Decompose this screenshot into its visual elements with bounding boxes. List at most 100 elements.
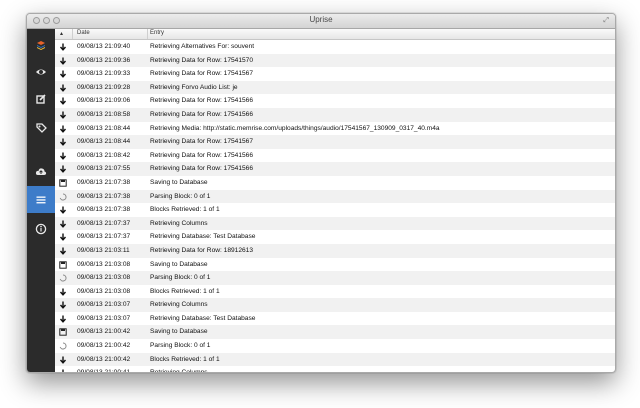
table-row[interactable]: 09/08/13 21:08:44 Retrieving Media: http:… [55,122,615,136]
log-list-icon [36,196,46,203]
save-icon [59,328,67,337]
fullscreen-icon[interactable]: ⤢ [603,17,609,25]
row-date: 09/08/13 21:07:37 [77,219,131,227]
log-table: ▴ Date Entry 09/08/13 21:09:40 Retrieving… [55,29,615,372]
edit-icon [36,93,46,104]
table-row[interactable]: 09/08/13 21:03:11 Retrieving Data for Row… [55,243,615,258]
row-entry: Retrieving Columns [150,219,208,227]
sidebar-item-info[interactable] [27,215,55,242]
table-row[interactable]: 09/08/13 21:03:08 Saving to Database [55,258,615,272]
column-divider[interactable] [147,29,148,39]
table-row[interactable]: 09/08/13 21:09:06 Retrieving Data for Row… [55,94,615,108]
row-entry: Retrieving Data for Row: 17541566 [150,151,253,159]
column-header-date[interactable]: Date [77,30,90,36]
table-row[interactable]: 09/08/13 21:07:55 Retrieving Data for Row… [55,162,615,176]
row-entry: Retrieving Media: http://static.memrise.… [150,124,440,132]
table-header: ▴ Date Entry [55,29,615,40]
table-row[interactable]: 09/08/13 21:09:36 Retrieving Data for Row… [55,53,615,68]
sort-indicator-icon[interactable]: ▴ [60,30,63,37]
table-row[interactable]: 09/08/13 21:03:07 Retrieving Columns [55,298,615,312]
row-entry: Saving to Database [150,328,208,336]
row-entry: Retrieving Data for Row: 17541566 [150,110,253,118]
row-date: 09/08/13 21:00:42 [77,355,131,363]
table-row[interactable]: 09/08/13 21:00:42 Blocks Retrieved: 1 of … [55,352,615,367]
download-arrow-icon [59,152,67,160]
table-row[interactable]: 09/08/13 21:00:42 Saving to Database [55,325,615,340]
row-entry: Retrieving Data for Row: 17541566 [150,97,253,105]
sidebar-item-view[interactable] [27,58,55,85]
table-row[interactable]: 09/08/13 21:08:58 Retrieving Data for Row… [55,107,615,122]
sidebar-item-log[interactable] [27,186,55,213]
download-arrow-icon [59,70,67,79]
table-row[interactable]: 09/08/13 21:09:40 Retrieving Alternatives… [55,40,615,54]
row-date: 09/08/13 21:00:42 [77,328,131,336]
row-date: 09/08/13 21:07:38 [77,206,131,214]
row-date: 09/08/13 21:07:37 [77,233,131,241]
row-date: 09/08/13 21:00:42 [77,342,131,350]
row-date: 09/08/13 21:09:06 [77,97,131,105]
table-row[interactable]: 09/08/13 21:00:42 Parsing Block: 0 of 1 [55,339,615,353]
download-arrow-icon [59,315,67,323]
row-date: 09/08/13 21:03:08 [77,260,131,268]
row-date: 09/08/13 21:08:42 [77,151,131,159]
row-entry: Saving to Database [150,260,208,268]
row-date: 09/08/13 21:09:33 [77,70,131,78]
cloud-upload-icon [35,167,47,175]
sidebar-item-upload[interactable] [27,158,55,185]
download-arrow-icon [59,165,67,174]
row-entry: Retrieving Database: Test Database [150,314,256,322]
table-row[interactable]: 09/08/13 21:03:08 Blocks Retrieved: 1 of … [55,285,615,299]
row-entry: Retrieving Data for Row: 17541570 [150,56,253,64]
row-entry: Retrieving Data for Row: 17541567 [150,70,253,78]
spinner-icon [59,274,67,282]
table-row[interactable]: 09/08/13 21:00:41 Retrieving Columns [55,366,615,372]
row-entry: Retrieving Data for Row: 18912613 [150,246,253,254]
table-row[interactable]: 09/08/13 21:07:37 Retrieving Columns [55,216,615,231]
row-date: 09/08/13 21:03:07 [77,301,131,309]
eye-icon [36,69,46,74]
table-body: 09/08/13 21:09:40 Retrieving Alternatives… [55,40,615,372]
row-entry: Retrieving Database: Test Database [150,233,256,241]
row-entry: Retrieving Data for Row: 17541566 [150,165,253,173]
spinner-icon [59,193,67,201]
row-entry: Parsing Block: 0 of 1 [150,342,211,350]
sidebar-item-edit[interactable] [27,85,55,112]
row-date: 09/08/13 21:03:07 [77,314,131,322]
row-entry: Blocks Retrieved: 1 of 1 [150,355,220,363]
row-date: 09/08/13 21:07:38 [77,192,131,200]
table-row[interactable]: 09/08/13 21:07:37 Retrieving Database: Te… [55,230,615,244]
row-date: 09/08/13 21:09:36 [77,56,131,64]
download-arrow-icon [59,301,67,310]
table-row[interactable]: 09/08/13 21:03:07 Retrieving Database: Te… [55,312,615,326]
row-date: 09/08/13 21:08:44 [77,124,131,132]
table-row[interactable]: 09/08/13 21:07:38 Parsing Block: 0 of 1 [55,189,615,204]
info-icon [35,223,47,234]
download-arrow-icon [59,138,67,147]
row-entry: Retrieving Data for Row: 17541567 [150,138,253,146]
row-date: 09/08/13 21:03:11 [77,246,130,254]
table-row[interactable]: 09/08/13 21:07:38 Saving to Database [55,176,615,190]
download-arrow-icon [59,233,67,242]
row-entry: Blocks Retrieved: 1 of 1 [150,206,220,214]
table-row[interactable]: 09/08/13 21:03:08 Parsing Block: 0 of 1 [55,271,615,285]
column-header-entry[interactable]: Entry [150,30,164,36]
download-arrow-icon [59,43,67,51]
sidebar-item-tags[interactable] [27,114,55,141]
row-date: 09/08/13 21:07:38 [77,178,131,186]
sidebar-item-home[interactable] [27,31,55,58]
download-arrow-icon [59,84,67,92]
download-arrow-icon [59,247,67,255]
download-arrow-icon [59,111,67,119]
table-row[interactable]: 09/08/13 21:09:28 Retrieving Forvo Audio … [55,80,615,95]
table-row[interactable]: 09/08/13 21:09:33 Retrieving Data for Row… [55,67,615,81]
download-arrow-icon [59,125,67,133]
row-entry: Blocks Retrieved: 1 of 1 [150,287,220,295]
row-date: 09/08/13 21:09:40 [77,43,131,50]
download-arrow-icon [59,369,67,372]
table-row[interactable]: 09/08/13 21:07:38 Blocks Retrieved: 1 of … [55,203,615,217]
table-row[interactable]: 09/08/13 21:08:42 Retrieving Data for Row… [55,149,615,163]
column-divider[interactable] [72,29,73,39]
table-row[interactable]: 09/08/13 21:08:44 Retrieving Data for Row… [55,135,615,149]
row-entry: Retrieving Columns [150,369,208,372]
title-bar: Uprise ⤢ [27,14,615,29]
